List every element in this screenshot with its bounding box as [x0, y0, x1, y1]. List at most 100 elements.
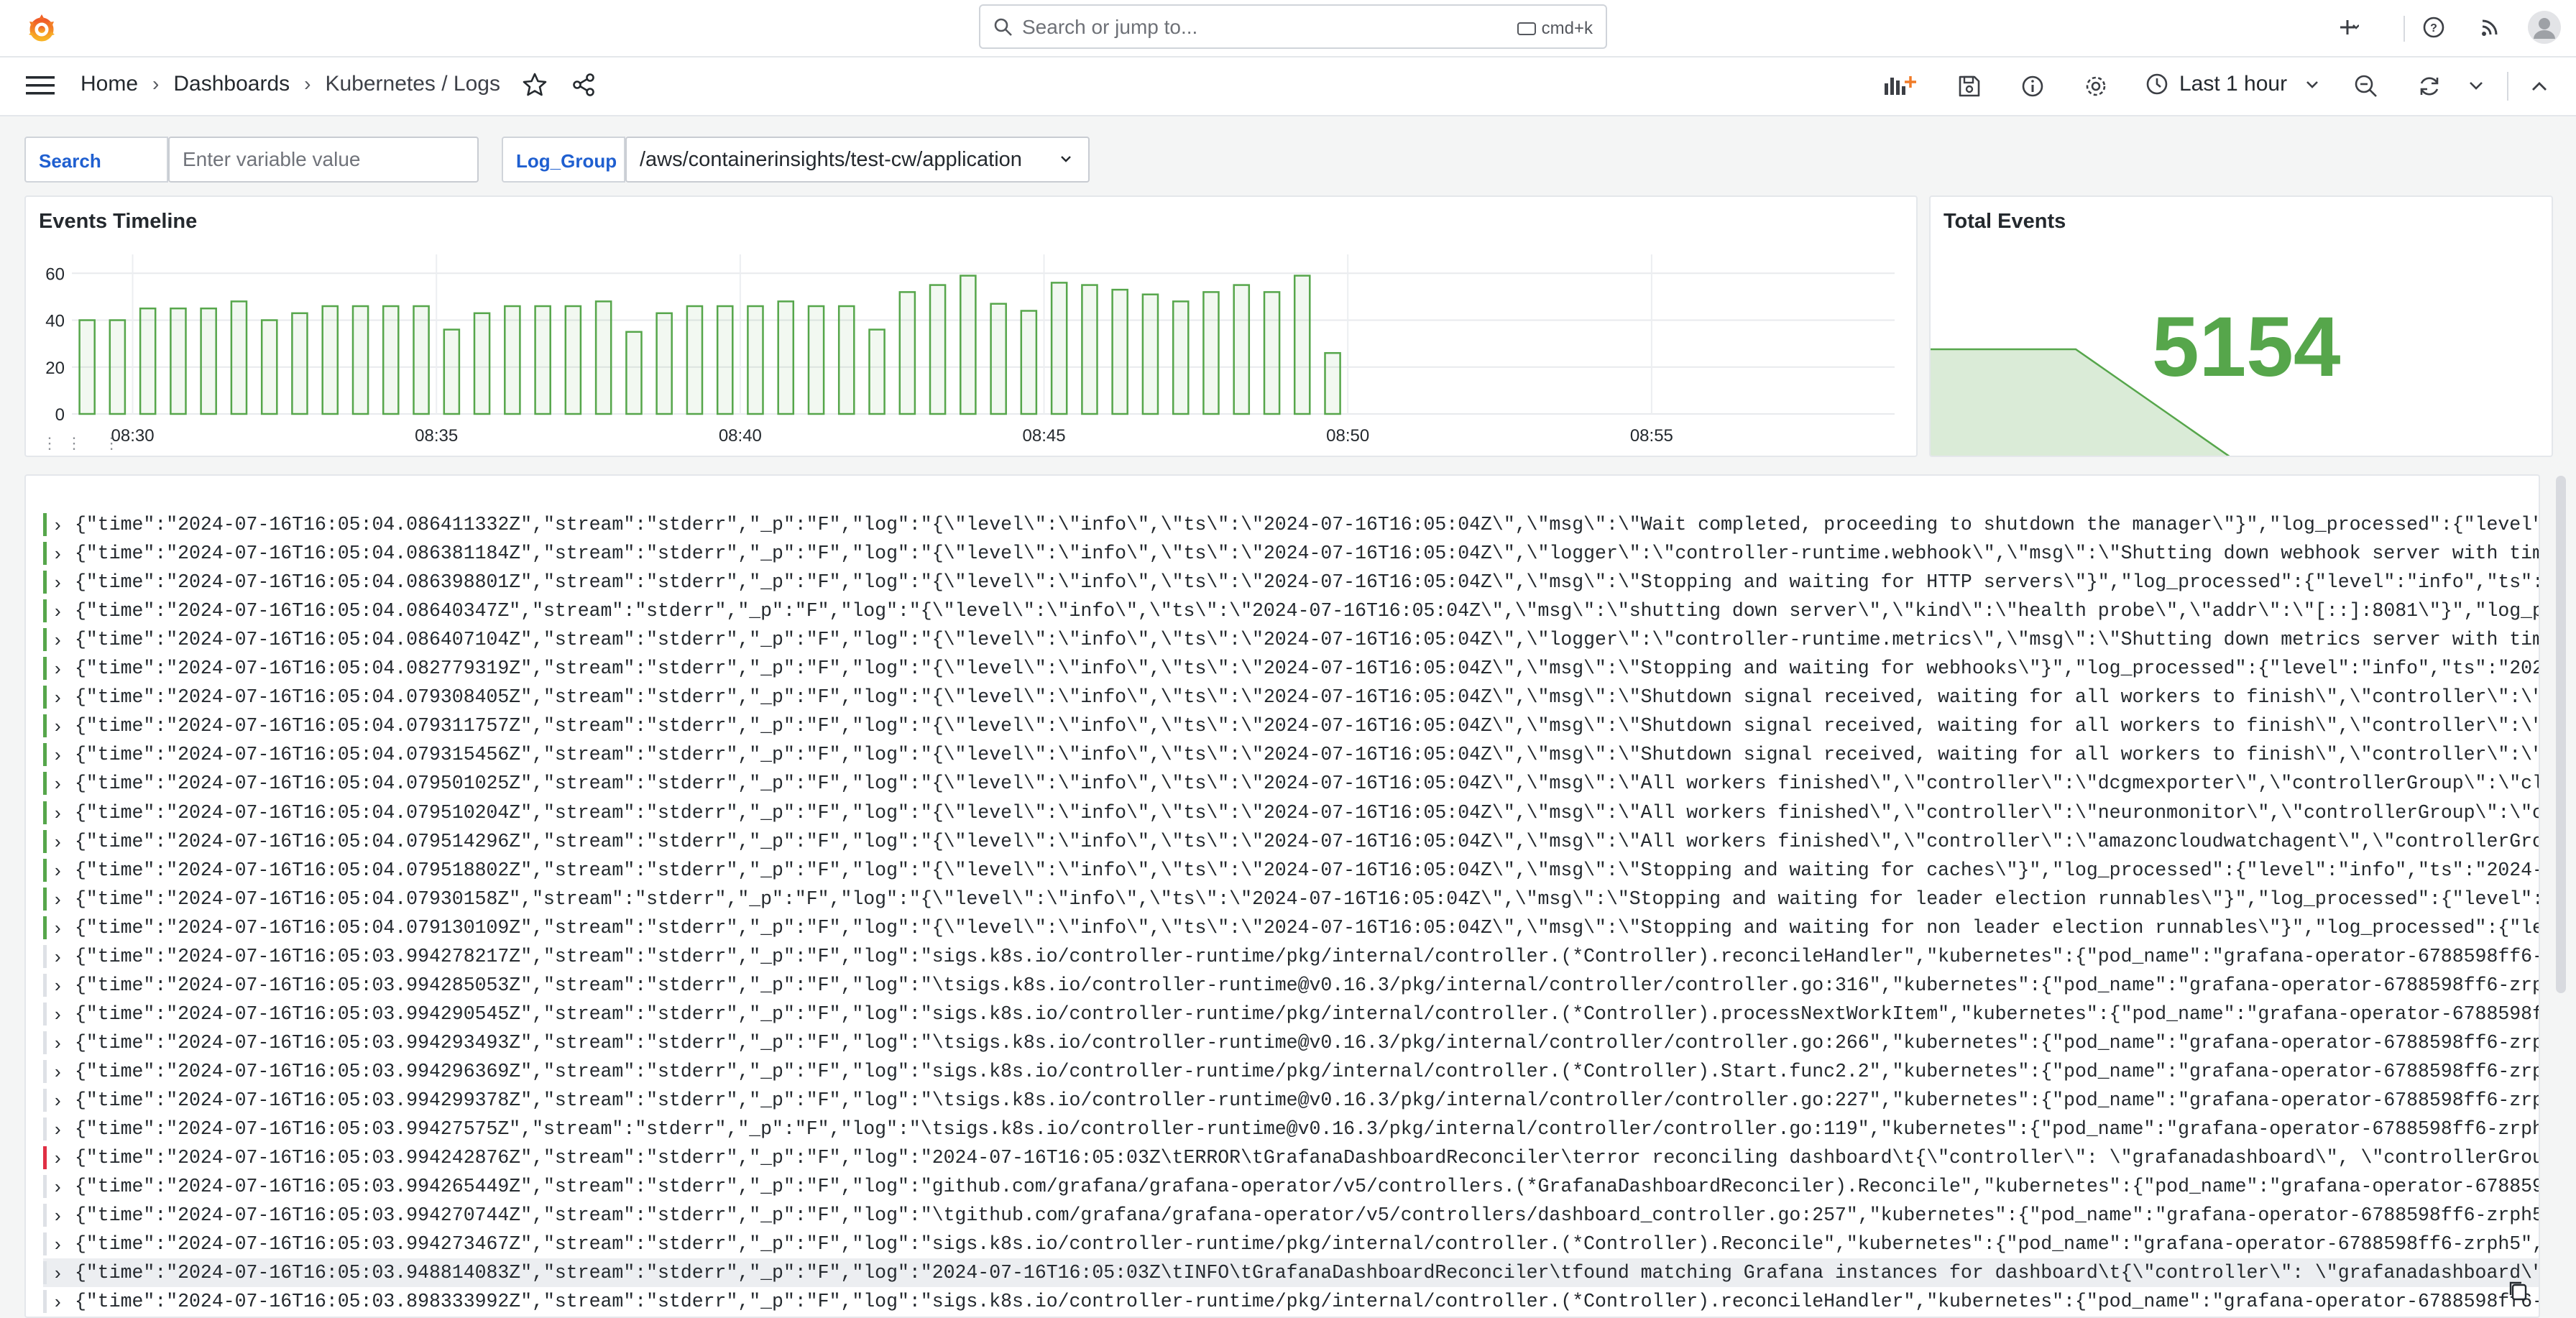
log-row[interactable]: › {"time":"2024-07-16T16:05:04.079514296Z…: [43, 827, 2539, 856]
share-icon[interactable]: [571, 72, 597, 98]
panel-drag-handle-icon[interactable]: ⋮⋮ ⋮: [42, 434, 128, 453]
log-level-indicator: [43, 1261, 47, 1285]
log-level-indicator: [43, 887, 47, 911]
refresh-interval-chevron-icon[interactable]: [2467, 76, 2485, 95]
search-query-input[interactable]: Enter variable value: [168, 137, 479, 183]
log-line-text: {"time":"2024-07-16T16:05:03.994285053Z"…: [75, 974, 2540, 996]
log-row[interactable]: › {"time":"2024-07-16T16:05:03.99427575Z"…: [43, 1115, 2539, 1143]
expand-chevron-icon[interactable]: ›: [55, 769, 61, 798]
bar: [1172, 300, 1190, 415]
expand-chevron-icon[interactable]: ›: [55, 1057, 61, 1086]
add-panel-icon[interactable]: [1882, 72, 1918, 98]
news-feed-icon[interactable]: [2475, 13, 2504, 42]
log-row[interactable]: › {"time":"2024-07-16T16:05:04.079518802Z…: [43, 856, 2539, 885]
log-row[interactable]: › {"time":"2024-07-16T16:05:04.079130109Z…: [43, 913, 2539, 942]
expand-chevron-icon[interactable]: ›: [55, 971, 61, 1000]
log-row[interactable]: › {"time":"2024-07-16T16:05:04.08640347Z"…: [43, 596, 2539, 625]
expand-chevron-icon[interactable]: ›: [55, 654, 61, 683]
log-line-text: {"time":"2024-07-16T16:05:03.994293493Z"…: [75, 1031, 2540, 1054]
log-row[interactable]: › {"time":"2024-07-16T16:05:03.994293493Z…: [43, 1028, 2540, 1057]
logs-scrollbar[interactable]: [2556, 476, 2566, 993]
svg-text:?: ?: [2430, 22, 2437, 34]
breadcrumb-dashboards[interactable]: Dashboards: [173, 72, 290, 96]
log-row[interactable]: › {"time":"2024-07-16T16:05:04.079510204Z…: [43, 798, 2539, 827]
refresh-icon[interactable]: [2416, 73, 2442, 99]
expand-chevron-icon[interactable]: ›: [55, 1028, 61, 1057]
expand-chevron-icon[interactable]: ›: [55, 885, 61, 913]
breadcrumb-home[interactable]: Home: [80, 72, 138, 96]
expand-chevron-icon[interactable]: ›: [55, 1287, 61, 1316]
log-row[interactable]: › {"time":"2024-07-16T16:05:04.079308405Z…: [43, 683, 2539, 711]
bar: [929, 284, 947, 415]
grafana-logo-icon[interactable]: [26, 13, 58, 45]
log-level-indicator: [43, 571, 47, 594]
chevron-down-icon: [2306, 81, 2319, 88]
expand-chevron-icon[interactable]: ›: [55, 913, 61, 942]
settings-gear-icon[interactable]: [2083, 73, 2109, 99]
log-row[interactable]: › {"time":"2024-07-16T16:05:03.994296369Z…: [43, 1057, 2539, 1086]
log-row[interactable]: › {"time":"2024-07-16T16:05:04.086407104Z…: [43, 625, 2540, 654]
log-level-indicator: [43, 657, 47, 681]
expand-chevron-icon[interactable]: ›: [55, 683, 61, 711]
zoom-out-icon[interactable]: [2353, 73, 2379, 99]
expand-chevron-icon[interactable]: ›: [55, 1201, 61, 1230]
log-row[interactable]: › {"time":"2024-07-16T16:05:03.948814083Z…: [43, 1258, 2539, 1288]
expand-chevron-icon[interactable]: ›: [55, 510, 61, 539]
expand-chevron-icon[interactable]: ›: [55, 740, 61, 769]
time-range-picker[interactable]: Last 1 hour: [2145, 72, 2320, 96]
expand-chevron-icon[interactable]: ›: [55, 1115, 61, 1143]
log-level-indicator: [43, 628, 47, 652]
log-row[interactable]: › {"time":"2024-07-16T16:05:03.994265449Z…: [43, 1172, 2539, 1201]
expand-chevron-icon[interactable]: ›: [55, 1230, 61, 1258]
save-icon[interactable]: [1956, 73, 1982, 99]
log-row[interactable]: › {"time":"2024-07-16T16:05:04.086381184Z…: [43, 539, 2539, 568]
search-bar[interactable]: Search or jump to... cmd+k: [979, 4, 1607, 49]
star-icon[interactable]: [522, 72, 548, 98]
log-row[interactable]: › {"time":"2024-07-16T16:05:03.994270744Z…: [43, 1201, 2539, 1230]
expand-chevron-icon[interactable]: ›: [55, 827, 61, 856]
expand-chevron-icon[interactable]: ›: [55, 942, 61, 971]
user-avatar-icon[interactable]: [2527, 10, 2562, 45]
events-timeline-panel: Events Timeline 0 20 40 60 08:30 08:35 08:40 08…: [24, 195, 1918, 457]
info-icon[interactable]: [2020, 73, 2046, 99]
expand-chevron-icon[interactable]: ›: [55, 1086, 61, 1115]
toolbar-divider: [2404, 16, 2405, 42]
toolbar-divider: [2507, 72, 2508, 101]
log-row[interactable]: › {"time":"2024-07-16T16:05:04.079501025Z…: [43, 769, 2539, 798]
log-row[interactable]: › {"time":"2024-07-16T16:05:04.079315456Z…: [43, 740, 2539, 769]
help-icon[interactable]: ?: [2419, 13, 2448, 42]
expand-chevron-icon[interactable]: ›: [55, 568, 61, 596]
expand-chevron-icon[interactable]: ›: [55, 1000, 61, 1028]
log-row[interactable]: › {"time":"2024-07-16T16:05:03.898333992Z…: [43, 1287, 2539, 1316]
log-row[interactable]: › {"time":"2024-07-16T16:05:04.079311757Z…: [43, 711, 2539, 740]
expand-chevron-icon[interactable]: ›: [55, 1258, 61, 1287]
menu-icon[interactable]: [26, 75, 55, 96]
expand-chevron-icon[interactable]: ›: [55, 596, 61, 625]
log-row[interactable]: › {"time":"2024-07-16T16:05:04.082779319Z…: [43, 654, 2539, 683]
expand-chevron-icon[interactable]: ›: [55, 856, 61, 885]
x-tick-label: 08:55: [1630, 426, 1673, 446]
log-row[interactable]: › {"time":"2024-07-16T16:05:03.994290545Z…: [43, 1000, 2539, 1028]
collapse-chevron-up-icon[interactable]: [2529, 76, 2550, 98]
log-level-indicator: [43, 1175, 47, 1199]
expand-chevron-icon[interactable]: ›: [55, 625, 61, 654]
copy-icon[interactable]: [2506, 1278, 2531, 1304]
log-group-select[interactable]: /aws/containerinsights/test-cw/applicati…: [625, 137, 1090, 183]
expand-chevron-icon[interactable]: ›: [55, 1172, 61, 1201]
expand-chevron-icon[interactable]: ›: [55, 1143, 61, 1172]
log-row[interactable]: › {"time":"2024-07-16T16:05:03.994285053Z…: [43, 971, 2540, 1000]
log-row[interactable]: › {"time":"2024-07-16T16:05:03.994273467Z…: [43, 1230, 2539, 1258]
log-row[interactable]: › {"time":"2024-07-16T16:05:03.994242876Z…: [43, 1143, 2539, 1172]
log-row[interactable]: › {"time":"2024-07-16T16:05:04.086398801Z…: [43, 568, 2539, 596]
breadcrumb-current[interactable]: Kubernetes / Logs: [325, 72, 500, 96]
log-row[interactable]: › {"time":"2024-07-16T16:05:04.07930158Z"…: [43, 885, 2539, 913]
add-new-icon[interactable]: [2330, 13, 2359, 42]
log-row[interactable]: › {"time":"2024-07-16T16:05:03.994278217Z…: [43, 942, 2539, 971]
log-row[interactable]: › {"time":"2024-07-16T16:05:03.994299378Z…: [43, 1086, 2539, 1115]
expand-chevron-icon[interactable]: ›: [55, 711, 61, 740]
log-line-text: {"time":"2024-07-16T16:05:04.086407104Z"…: [75, 629, 2540, 651]
log-row[interactable]: › {"time":"2024-07-16T16:05:04.086411332Z…: [43, 510, 2539, 539]
expand-chevron-icon[interactable]: ›: [55, 798, 61, 827]
bar: [1081, 284, 1098, 415]
expand-chevron-icon[interactable]: ›: [55, 539, 61, 568]
